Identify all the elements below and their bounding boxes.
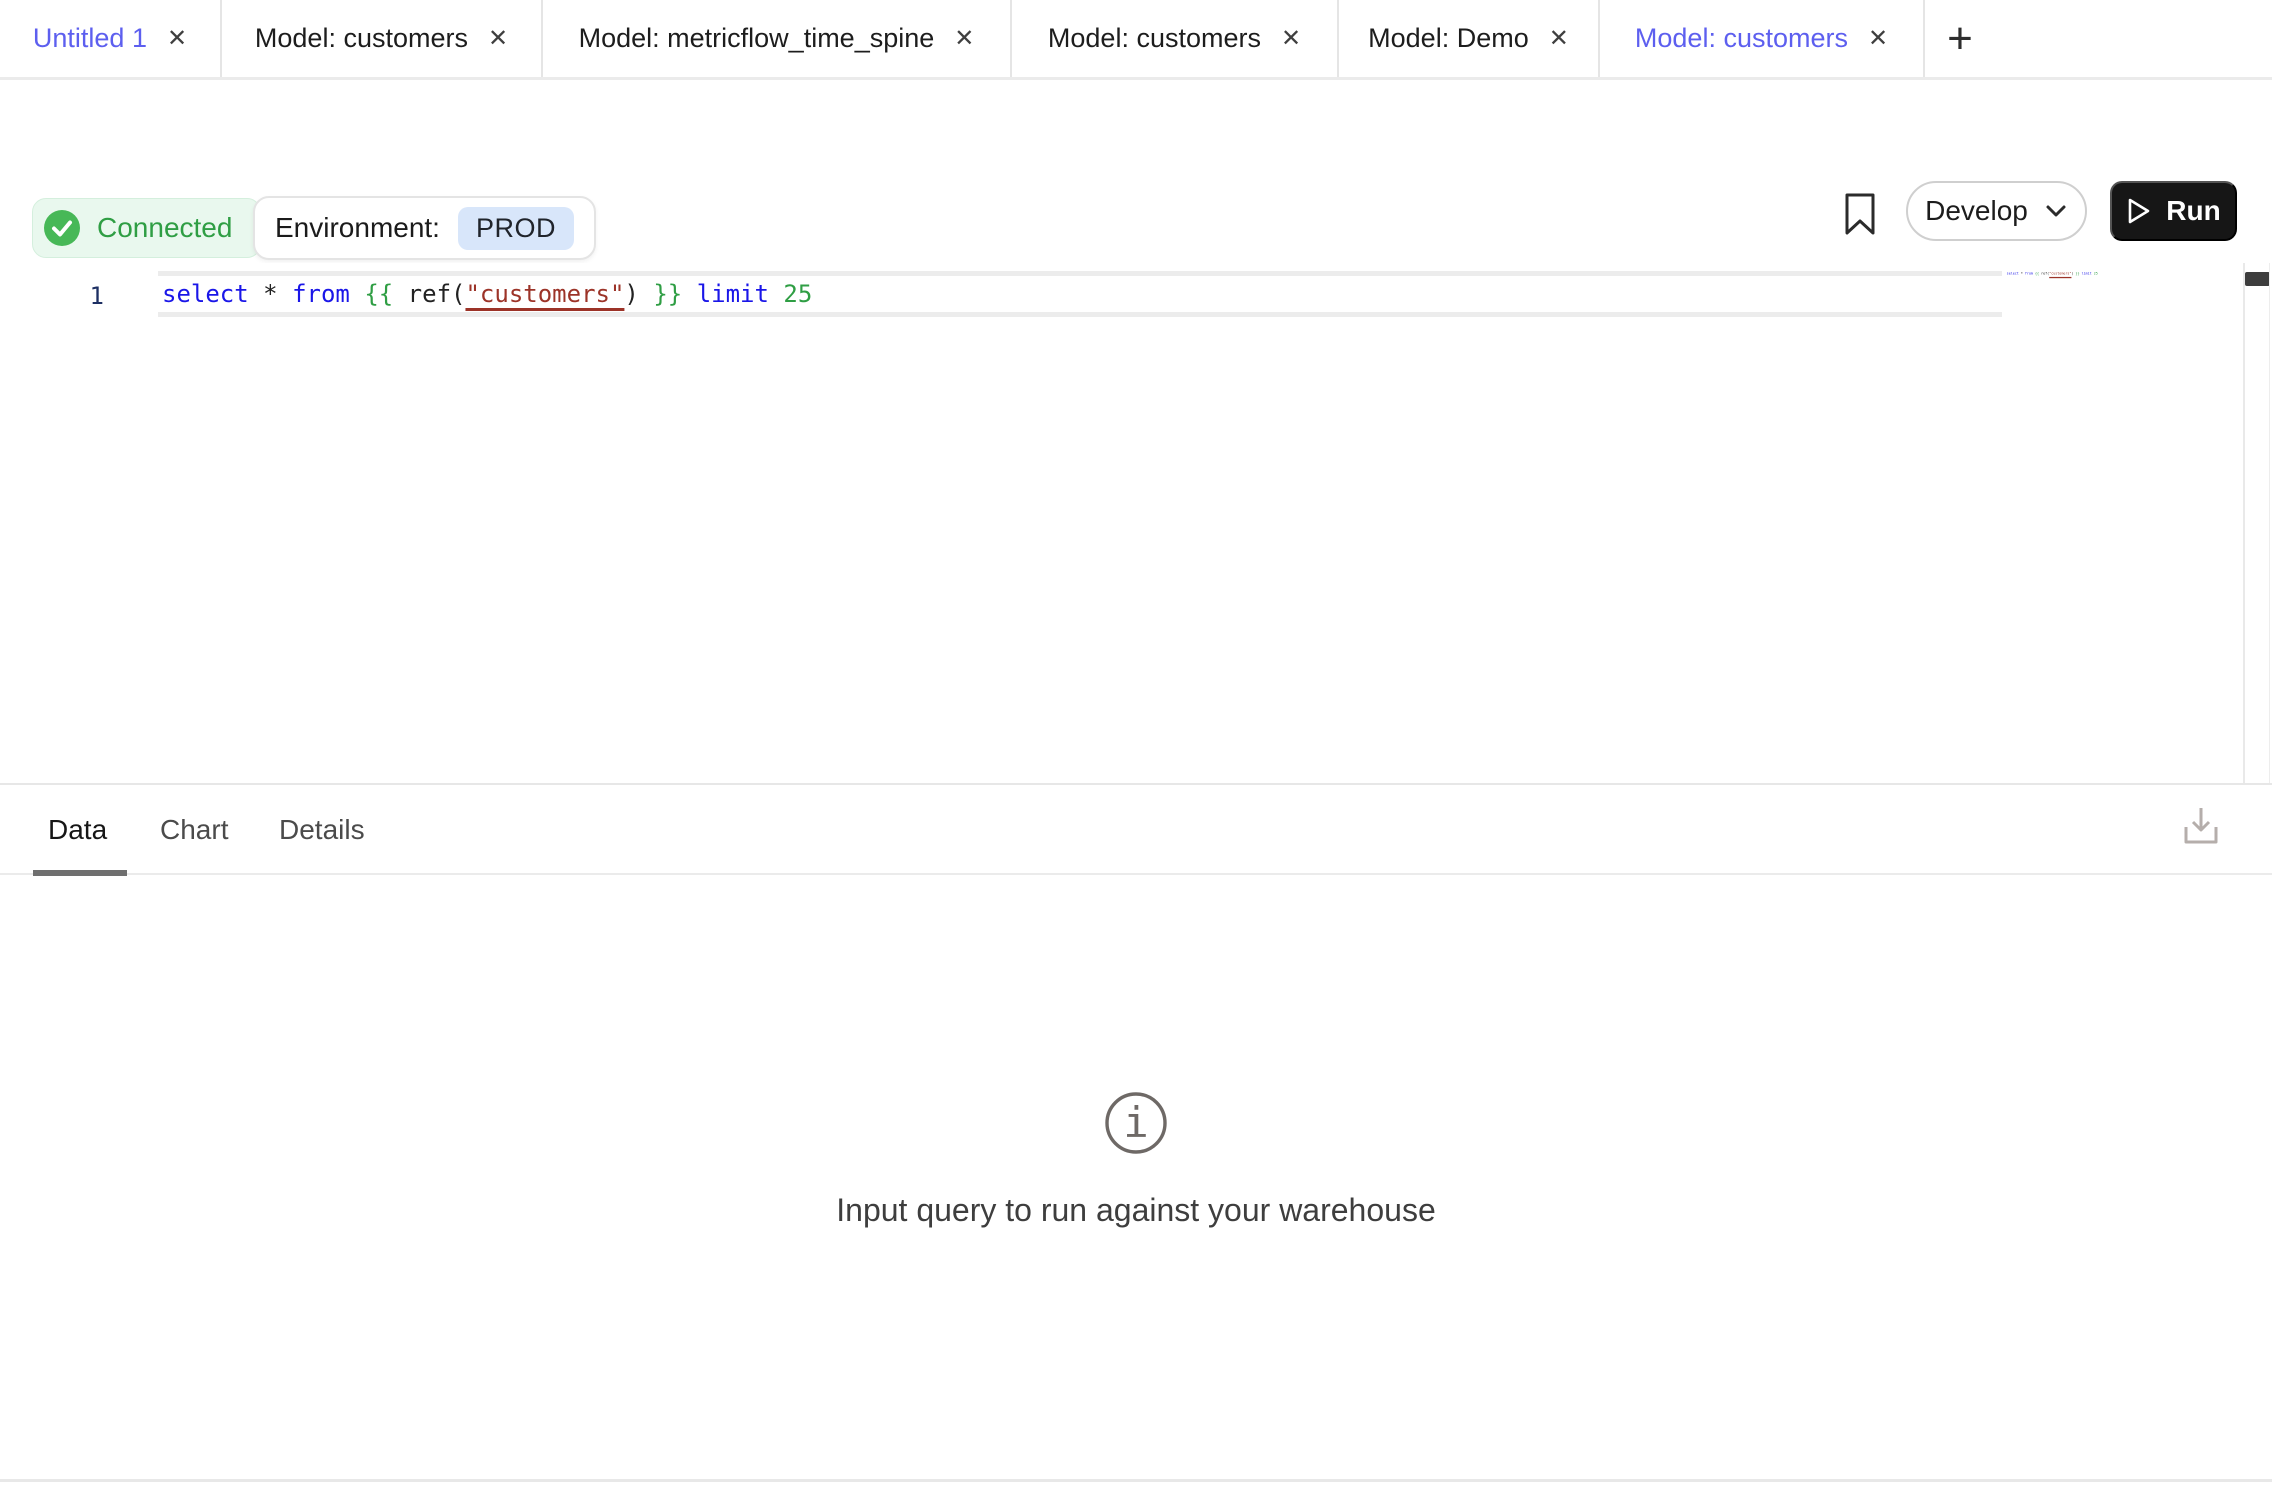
empty-state-message: Input query to run against your warehous…: [0, 1192, 2272, 1229]
editor-scrollbar-thumb[interactable]: [2245, 272, 2270, 286]
close-icon[interactable]: ✕: [1281, 27, 1301, 51]
download-results-button[interactable]: [2180, 804, 2222, 848]
tab-label: Model: metricflow_time_spine: [579, 23, 935, 54]
editor-toolbar: Develop Run: [0, 83, 2272, 183]
tab-chart[interactable]: Chart: [160, 785, 228, 875]
line-number: 1: [60, 278, 104, 314]
connection-status-badge: Connected: [32, 198, 261, 258]
download-icon: [2180, 804, 2222, 848]
svg-text:i: i: [1123, 1098, 1148, 1147]
editor-minimap[interactable]: select * from {{ ref("customers") }} lim…: [2005, 266, 2243, 326]
results-panel-tabs: Data Chart Details: [0, 785, 2272, 875]
close-icon[interactable]: ✕: [167, 27, 187, 51]
tab-data-label: Data: [48, 814, 107, 846]
code-line[interactable]: select * from {{ ref("customers") }} lim…: [158, 276, 812, 312]
editor-scrollbar-track: [2243, 263, 2245, 783]
close-icon[interactable]: ✕: [954, 27, 974, 51]
info-icon: i: [1103, 1090, 1169, 1156]
tab-details-label: Details: [279, 814, 365, 846]
tab-data[interactable]: Data: [48, 785, 107, 875]
close-icon[interactable]: ✕: [488, 27, 508, 51]
tab-model-customers-3[interactable]: Model: customers ✕: [1600, 0, 1925, 77]
close-icon[interactable]: ✕: [1549, 27, 1569, 51]
tab-model-demo[interactable]: Model: Demo ✕: [1339, 0, 1600, 77]
new-tab-button[interactable]: +: [1925, 0, 1995, 77]
plus-icon: +: [1947, 14, 1973, 64]
environment-value-chip: PROD: [458, 207, 574, 250]
tab-details[interactable]: Details: [279, 785, 365, 875]
environment-label: Environment:: [275, 212, 440, 244]
editor-tab-bar: Untitled 1 ✕ Model: customers ✕ Model: m…: [0, 0, 2272, 80]
window-bottom-border: [0, 1479, 2272, 1482]
connected-label: Connected: [97, 212, 232, 244]
tab-model-customers-2[interactable]: Model: customers ✕: [1012, 0, 1339, 77]
active-tab-underline: [33, 870, 127, 876]
tab-untitled-1[interactable]: Untitled 1 ✕: [0, 0, 222, 77]
ide-screen: Untitled 1 ✕ Model: customers ✕ Model: m…: [0, 0, 2272, 1486]
tab-model-metricflow-time-spine[interactable]: Model: metricflow_time_spine ✕: [543, 0, 1012, 77]
check-circle-icon: [43, 209, 81, 247]
tab-label: Untitled 1: [33, 23, 147, 54]
tab-label: Model: Demo: [1368, 23, 1529, 54]
close-icon[interactable]: ✕: [1868, 27, 1888, 51]
connection-status-row: Connected Environment: PROD: [0, 183, 2272, 263]
environment-selector[interactable]: Environment: PROD: [253, 196, 596, 260]
tab-label: Model: customers: [255, 23, 468, 54]
sql-editor[interactable]: 1 select * from {{ ref("customers") }} l…: [0, 263, 2272, 783]
tab-label: Model: customers: [1635, 23, 1848, 54]
active-line-highlight[interactable]: select * from {{ ref("customers") }} lim…: [158, 271, 2002, 317]
tab-label: Model: customers: [1048, 23, 1261, 54]
minimap-code-line: select * from {{ ref("customers") }} lim…: [2005, 266, 2243, 281]
tab-chart-label: Chart: [160, 814, 228, 846]
results-empty-state: i Input query to run against your wareho…: [0, 1090, 2272, 1229]
tab-model-customers-1[interactable]: Model: customers ✕: [222, 0, 543, 77]
